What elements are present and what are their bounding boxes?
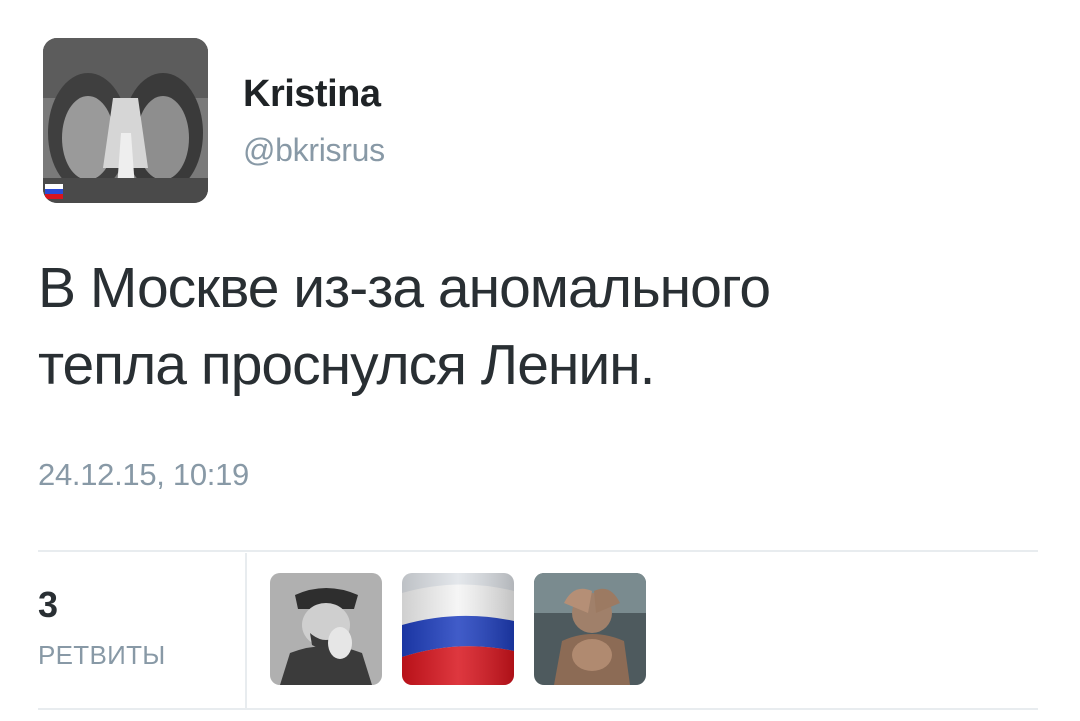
retweeter-avatar[interactable]	[534, 573, 646, 685]
retweet-label[interactable]: РЕТВИТЫ	[38, 640, 166, 670]
stats-divider-vertical	[245, 553, 247, 708]
tweet-card: Kristina @bkrisrus В Москве из-за аномал…	[0, 0, 1080, 721]
retweeter-avatar-photo-icon	[270, 573, 382, 685]
retweet-count[interactable]: 3	[38, 585, 58, 625]
stats-divider-top	[38, 550, 1038, 552]
retweeter-avatar[interactable]	[402, 573, 514, 685]
tweet-text: В Москве из-за аномального тепла проснул…	[38, 250, 1038, 404]
user-avatar-photo-icon	[43, 38, 208, 203]
retweeter-avatar-photo-icon	[534, 573, 646, 685]
tweet-text-line: В Москве из-за аномального	[38, 256, 771, 320]
user-name[interactable]: Kristina	[243, 72, 381, 116]
user-handle[interactable]: @bkrisrus	[243, 131, 385, 169]
russian-flag-icon	[402, 573, 514, 685]
stats-divider-bottom	[38, 708, 1038, 710]
tweet-timestamp[interactable]: 24.12.15, 10:19	[38, 455, 249, 495]
tweet-text-line: тепла проснулся Ленин.	[38, 333, 656, 397]
user-avatar[interactable]	[43, 38, 208, 203]
retweeter-avatar[interactable]	[270, 573, 382, 685]
